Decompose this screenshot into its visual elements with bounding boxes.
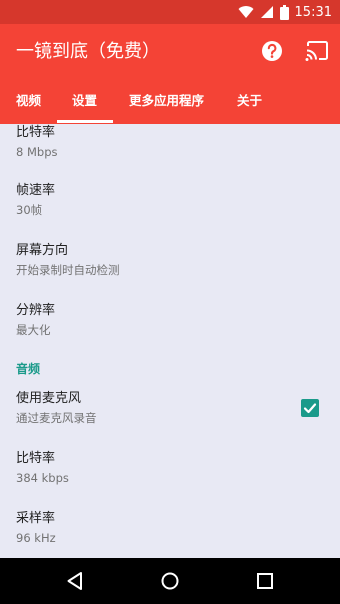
pref-audio-bitrate[interactable]: 比特率 384 kbps — [16, 450, 69, 486]
pref-summary: 通过麦克风录音 — [16, 411, 97, 425]
pref-video-bitrate[interactable]: 比特率 8 Mbps — [16, 124, 58, 160]
tab-about[interactable]: 关于 — [237, 78, 262, 124]
pref-title: 帧速率 — [16, 183, 56, 198]
battery-icon — [279, 4, 289, 20]
tab-bar: 视频 设置 更多应用程序 关于 — [0, 78, 340, 124]
home-icon[interactable] — [159, 570, 181, 592]
pref-summary: 384 kbps — [16, 471, 69, 485]
status-bar: 15:31 — [0, 0, 340, 24]
back-icon[interactable] — [64, 570, 86, 592]
navigation-bar — [0, 558, 340, 604]
category-audio: 音频 — [16, 362, 41, 376]
pref-resolution[interactable]: 分辨率 最大化 — [16, 302, 55, 338]
settings-list[interactable]: 比特率 8 Mbps 帧速率 30帧 屏幕方向 开始录制时自动检测 分辨率 最大… — [0, 124, 340, 558]
pref-summary: 96 kHz — [16, 531, 56, 545]
pref-summary: 30帧 — [16, 203, 43, 217]
status-icons: 15:31 — [238, 3, 332, 21]
tab-settings[interactable]: 设置 — [72, 78, 97, 124]
tab-more-apps[interactable]: 更多应用程序 — [129, 78, 204, 124]
pref-title: 比特率 — [16, 451, 56, 466]
app-title: 一镜到底（免费） — [16, 41, 160, 62]
wifi-icon — [238, 6, 254, 19]
app-bar: 一镜到底（免费） — [0, 24, 340, 78]
microphone-checkbox[interactable] — [301, 399, 319, 417]
pref-summary: 开始录制时自动检测 — [16, 263, 120, 277]
cast-icon[interactable] — [305, 40, 329, 62]
signal-icon — [260, 6, 273, 18]
recents-icon[interactable] — [254, 570, 276, 592]
pref-title: 采样率 — [16, 511, 56, 526]
pref-title: 屏幕方向 — [16, 243, 69, 258]
tab-indicator — [57, 120, 113, 123]
pref-sample-rate[interactable]: 采样率 96 kHz — [16, 510, 56, 546]
status-time: 15:31 — [294, 4, 332, 20]
check-icon — [303, 403, 317, 414]
pref-title: 使用麦克风 — [16, 391, 82, 406]
pref-screen-orientation[interactable]: 屏幕方向 开始录制时自动检测 — [16, 242, 120, 278]
help-icon[interactable] — [261, 40, 283, 62]
pref-title: 比特率 — [16, 125, 56, 140]
pref-use-microphone[interactable]: 使用麦克风 通过麦克风录音 — [16, 390, 97, 426]
pref-summary: 8 Mbps — [16, 145, 58, 159]
tab-video[interactable]: 视频 — [16, 78, 41, 124]
pref-summary: 最大化 — [16, 323, 51, 337]
pref-title: 分辨率 — [16, 303, 56, 318]
pref-frame-rate[interactable]: 帧速率 30帧 — [16, 182, 55, 218]
